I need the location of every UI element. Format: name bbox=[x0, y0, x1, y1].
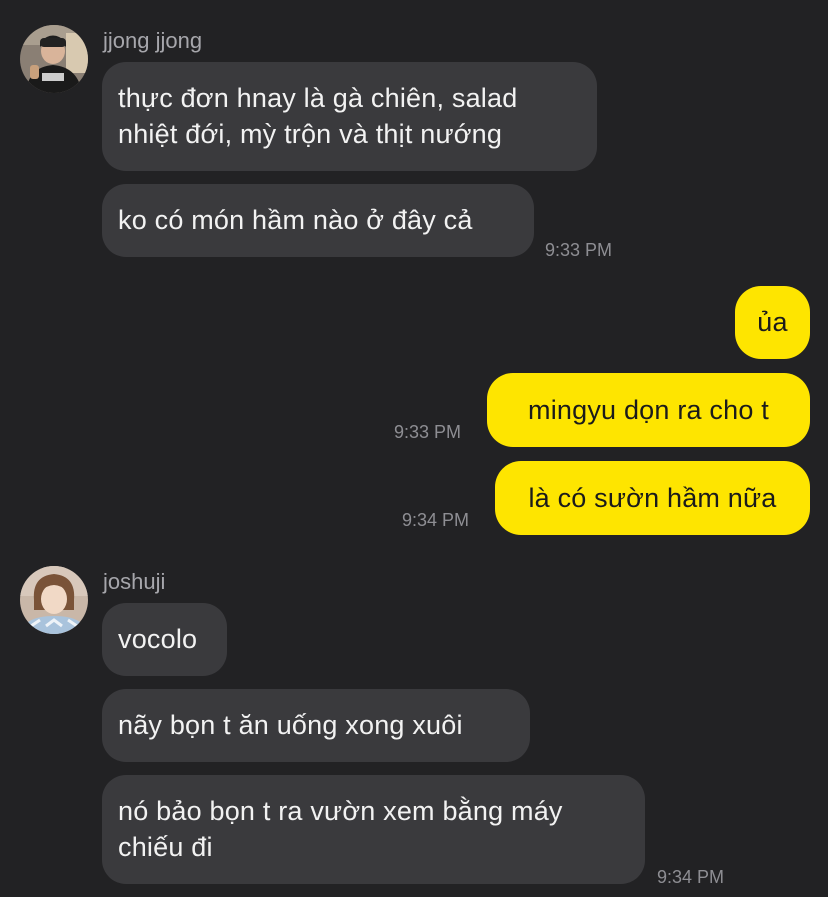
message-timestamp: 9:33 PM bbox=[394, 422, 462, 442]
message-text: ủa bbox=[757, 307, 788, 337]
message-text: mingyu dọn ra cho t bbox=[528, 395, 769, 425]
sender-name: joshuji bbox=[103, 569, 166, 594]
message-text: nó bảo bọn t ra vườn xem bằng máy chiếu … bbox=[118, 796, 563, 862]
message-timestamp: 9:33 PM bbox=[545, 240, 613, 260]
avatar-joshuji[interactable] bbox=[20, 566, 88, 634]
message-text: ko có món hầm nào ở đây cả bbox=[118, 205, 473, 235]
incoming-message-bubble[interactable]: nãy bọn t ăn uống xong xuôi bbox=[102, 689, 530, 762]
incoming-message-bubble[interactable]: vocolo bbox=[102, 603, 227, 676]
message-timestamp: 9:34 PM bbox=[402, 510, 470, 530]
incoming-message-bubble[interactable]: nó bảo bọn t ra vườn xem bằng máy chiếu … bbox=[102, 775, 645, 884]
incoming-message-bubble[interactable]: thực đơn hnay là gà chiên, salad nhiệt đ… bbox=[102, 62, 597, 171]
outgoing-message-bubble[interactable]: mingyu dọn ra cho t bbox=[487, 373, 810, 447]
outgoing-message-bubble[interactable]: là có sườn hầm nữa bbox=[495, 461, 810, 535]
avatar-jjong-jjong[interactable] bbox=[20, 25, 88, 93]
message-text: nãy bọn t ăn uống xong xuôi bbox=[118, 710, 463, 740]
incoming-message-bubble[interactable]: ko có món hầm nào ở đây cả bbox=[102, 184, 534, 257]
message-text: vocolo bbox=[118, 624, 198, 654]
message-timestamp: 9:34 PM bbox=[657, 867, 725, 887]
user-avatar-photo-icon bbox=[20, 25, 88, 93]
outgoing-message-bubble[interactable]: ủa bbox=[735, 286, 810, 359]
user-avatar-photo-icon bbox=[20, 566, 88, 634]
message-text: là có sườn hầm nữa bbox=[528, 483, 777, 513]
sender-name: jjong jjong bbox=[103, 28, 203, 53]
message-text: thực đơn hnay là gà chiên, salad nhiệt đ… bbox=[118, 83, 518, 149]
